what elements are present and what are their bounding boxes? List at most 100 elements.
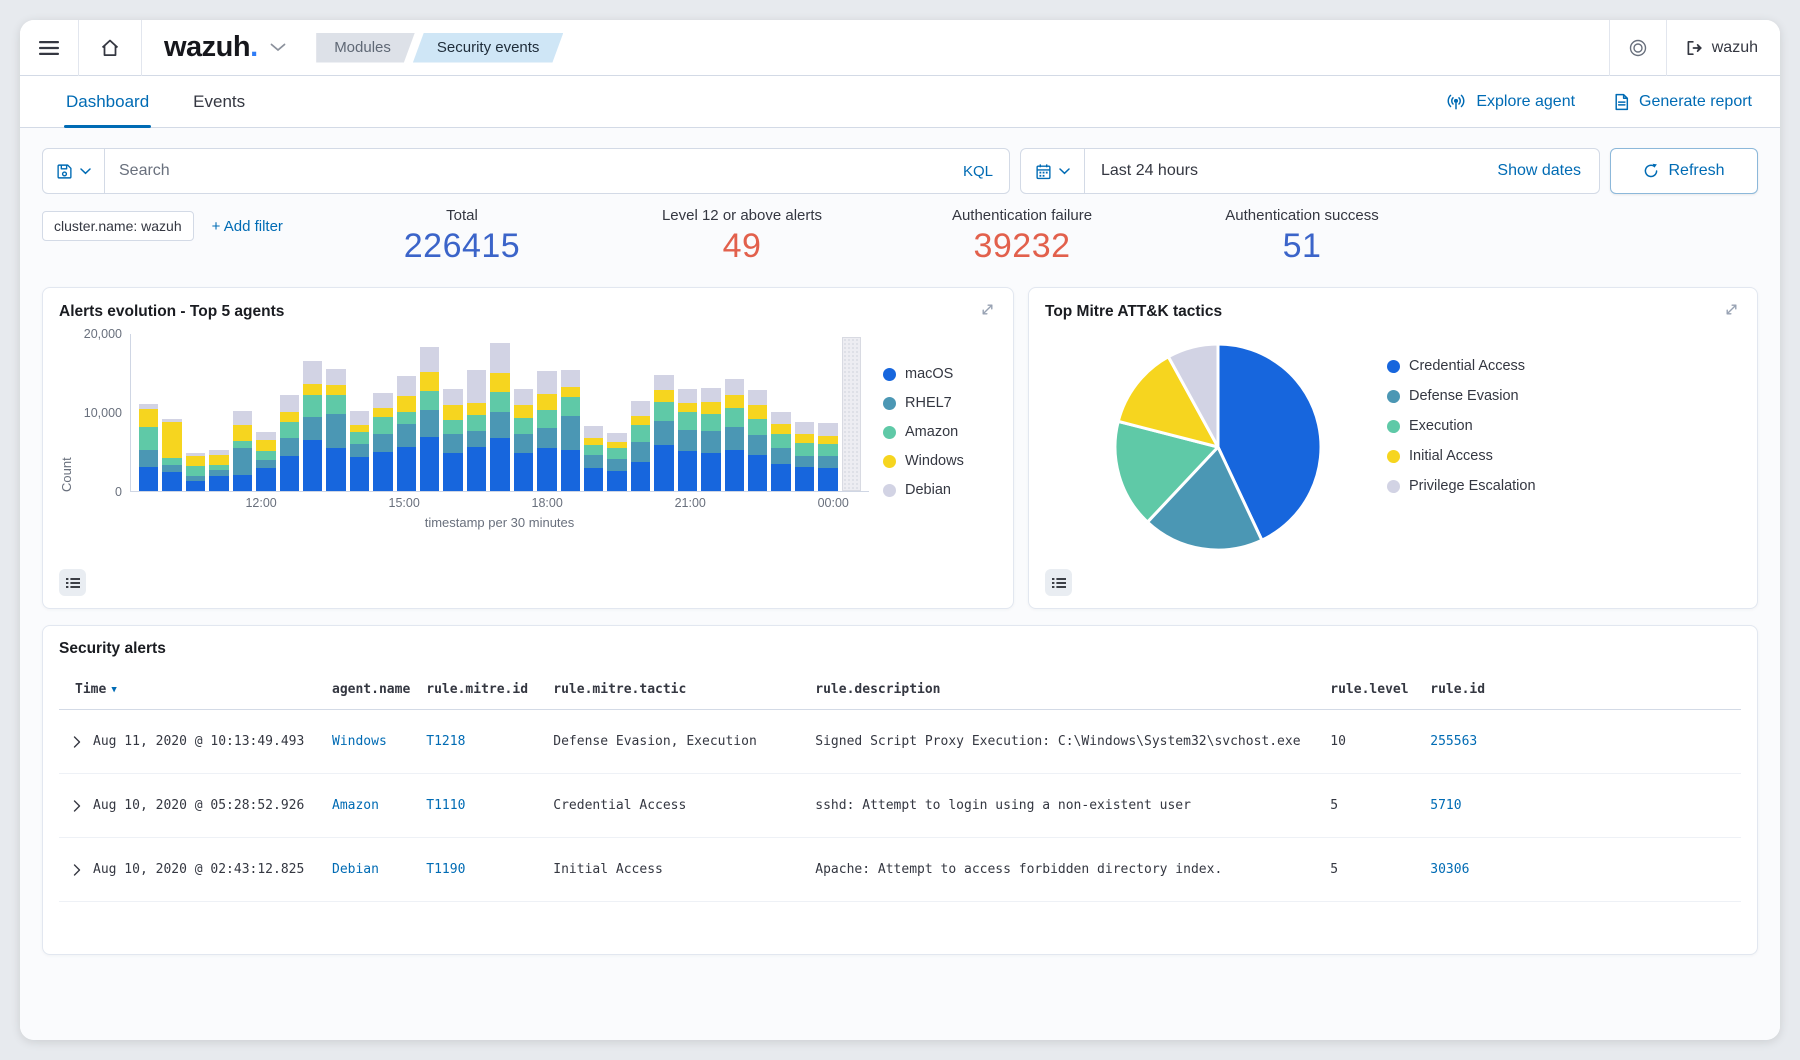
agent-name-link[interactable]: Windows [332, 734, 387, 749]
target-button[interactable] [1610, 20, 1666, 76]
bar-19[interactable] [584, 426, 603, 491]
bar-5[interactable] [256, 432, 275, 491]
saved-query-menu-button[interactable] [43, 149, 105, 193]
legend-item-privilege-escalation[interactable]: Privilege Escalation [1387, 478, 1536, 494]
bar-14[interactable] [467, 370, 486, 491]
bar-13[interactable] [443, 389, 462, 491]
rule-id-link[interactable]: 255563 [1430, 734, 1477, 749]
legend-item-amazon[interactable]: Amazon [883, 424, 997, 440]
bar-7[interactable] [303, 361, 322, 491]
column-header-rule-mitre-tactic[interactable]: rule.mitre.tactic [545, 674, 807, 710]
bar-4[interactable] [233, 411, 252, 491]
rule-mitre-id-link[interactable]: T1218 [426, 734, 465, 749]
column-header-time[interactable]: Time▼ [59, 674, 324, 710]
expand-panel-button[interactable] [978, 300, 997, 324]
panel-options-button[interactable] [59, 569, 86, 596]
agent-name-link[interactable]: Debian [332, 862, 379, 877]
bar-16[interactable] [514, 389, 533, 491]
bar-29[interactable] [818, 423, 837, 491]
bar-20[interactable] [607, 433, 626, 491]
bar-3[interactable] [209, 450, 228, 491]
logout-button[interactable]: wazuh [1667, 39, 1780, 57]
chevron-down-icon[interactable] [270, 43, 286, 52]
legend-item-windows[interactable]: Windows [883, 453, 997, 469]
legend-item-credential-access[interactable]: Credential Access [1387, 358, 1536, 374]
bar-segment-windows [350, 425, 369, 432]
column-header-agent-name[interactable]: agent.name [324, 674, 418, 710]
search-input[interactable] [105, 162, 963, 180]
refresh-button[interactable]: Refresh [1610, 148, 1758, 194]
expand-row-button[interactable] [73, 864, 81, 876]
wazuh-logo[interactable]: wazuh. [142, 31, 302, 64]
stats-row: Total226415Level 12 or above alerts49Aut… [322, 207, 1442, 279]
time-range-value[interactable]: Last 24 hours [1085, 162, 1497, 180]
tab-events[interactable]: Events [191, 76, 247, 127]
generate-report-button[interactable]: Generate report [1613, 93, 1752, 111]
bar-segment-windows [397, 396, 416, 412]
bar-26[interactable] [748, 390, 767, 491]
x-tick: 18:00 [532, 496, 563, 510]
legend-item-debian[interactable]: Debian [883, 482, 997, 498]
column-header-rule-mitre-id[interactable]: rule.mitre.id [418, 674, 545, 710]
rule-id-link[interactable]: 30306 [1430, 862, 1469, 877]
query-language-button[interactable]: KQL [963, 163, 1009, 180]
bar-17[interactable] [537, 371, 556, 491]
bar-segment-debian [280, 395, 299, 412]
bar-1[interactable] [162, 419, 181, 491]
security-alerts-title: Security alerts [59, 640, 1741, 658]
bar-6[interactable] [280, 395, 299, 491]
pie-chart: Credential Access Defense Evasion Executio… [1045, 324, 1741, 569]
bar-segment-rhel7 [233, 448, 252, 475]
rule-level-value: 5 [1330, 862, 1338, 877]
bar-12[interactable] [420, 347, 439, 491]
bar-partial-bucket[interactable] [842, 337, 861, 491]
bar-23[interactable] [678, 389, 697, 491]
agent-name-link[interactable]: Amazon [332, 798, 379, 813]
bar-22[interactable] [654, 375, 673, 491]
bar-segment-windows [678, 403, 697, 412]
bar-segment-debian [748, 390, 767, 405]
bar-25[interactable] [725, 379, 744, 491]
calendar-menu-button[interactable] [1021, 149, 1085, 193]
rule-mitre-id-link[interactable]: T1190 [426, 862, 465, 877]
column-header-rule-id[interactable]: rule.id [1422, 674, 1741, 710]
chevron-down-icon [1059, 168, 1070, 175]
expand-icon [980, 302, 995, 317]
bar-9[interactable] [350, 411, 369, 491]
bar-11[interactable] [397, 376, 416, 491]
bar-8[interactable] [326, 369, 345, 491]
hamburger-menu-button[interactable] [20, 20, 78, 76]
expand-row-button[interactable] [73, 736, 81, 748]
show-dates-button[interactable]: Show dates [1497, 162, 1599, 180]
explore-agent-button[interactable]: Explore agent [1445, 93, 1575, 111]
column-header-rule-level[interactable]: rule.level [1322, 674, 1422, 710]
legend-item-initial-access[interactable]: Initial Access [1387, 448, 1536, 464]
legend-item-execution[interactable]: Execution [1387, 418, 1536, 434]
bar-24[interactable] [701, 388, 720, 491]
legend-item-rhel7[interactable]: RHEL7 [883, 395, 997, 411]
expand-panel-button[interactable] [1722, 300, 1741, 324]
bar-0[interactable] [139, 404, 158, 491]
home-button[interactable] [79, 20, 141, 76]
expand-row-button[interactable] [73, 800, 81, 812]
panel-options-button[interactable] [1045, 569, 1072, 596]
rule-mitre-id-link[interactable]: T1110 [426, 798, 465, 813]
bar-2[interactable] [186, 453, 205, 491]
bar-segment-amazon [771, 434, 790, 448]
legend-item-defense-evasion[interactable]: Defense Evasion [1387, 388, 1536, 404]
rule-id-link[interactable]: 5710 [1430, 798, 1461, 813]
bar-18[interactable] [561, 370, 580, 491]
bar-21[interactable] [631, 401, 650, 491]
filter-chip-cluster-name[interactable]: cluster.name: wazuh [42, 211, 194, 241]
bar-15[interactable] [490, 343, 509, 491]
bar-28[interactable] [795, 422, 814, 491]
column-header-rule-description[interactable]: rule.description [807, 674, 1322, 710]
bar-10[interactable] [373, 393, 392, 491]
add-filter-button[interactable]: + Add filter [212, 211, 283, 235]
legend-item-macos[interactable]: macOS [883, 366, 997, 382]
tab-dashboard[interactable]: Dashboard [64, 76, 151, 127]
bar-segment-rhel7 [654, 421, 673, 445]
bar-27[interactable] [771, 412, 790, 491]
stat-label: Authentication success [1162, 207, 1442, 224]
breadcrumb-modules[interactable]: Modules [316, 33, 415, 63]
